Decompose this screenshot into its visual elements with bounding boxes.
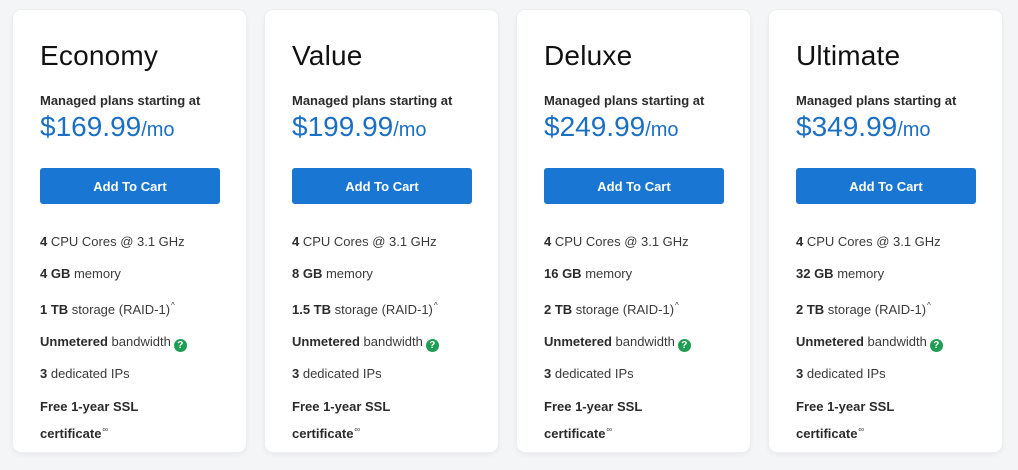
- add-to-cart-button[interactable]: Add To Cart: [292, 168, 472, 204]
- footnote-marker: ^: [433, 301, 438, 310]
- add-to-cart-button[interactable]: Add To Cart: [796, 168, 976, 204]
- price-amount: $249.99: [544, 111, 646, 142]
- feature-memory: 16 GB memory: [544, 266, 633, 281]
- plan-card-value: Value Managed plans starting at $199.99/…: [265, 10, 498, 452]
- plan-price: $249.99/mo: [544, 111, 750, 148]
- price-period: /mo: [393, 119, 427, 141]
- footnote-marker: ∞: [102, 425, 109, 434]
- plan-name: Ultimate: [796, 40, 901, 71]
- feature-memory: 8 GB memory: [292, 266, 373, 281]
- feature-bandwidth: Unmetered bandwidth?: [40, 331, 246, 353]
- feature-cpu: 4 CPU Cores @ 3.1 GHz: [796, 234, 941, 249]
- feature-ips: 3 dedicated IPs: [796, 366, 886, 381]
- price-amount: $349.99: [796, 111, 898, 142]
- plan-price: $199.99/mo: [292, 111, 498, 148]
- feature-storage: 2 TB storage (RAID-1)^: [544, 301, 679, 317]
- footnote-marker: ^: [675, 301, 679, 310]
- plan-card-economy: Economy Managed plans starting at $169.9…: [13, 10, 246, 452]
- add-to-cart-button[interactable]: Add To Cart: [544, 168, 724, 204]
- feature-ips: 3 dedicated IPs: [292, 366, 382, 381]
- add-to-cart-button[interactable]: Add To Cart: [40, 168, 220, 204]
- plan-grid: Economy Managed plans starting at $169.9…: [0, 0, 1018, 470]
- feature-list: 4 CPU Cores @ 3.1 GHz 8 GB memory 1.5 TB…: [292, 231, 498, 445]
- help-circle-icon[interactable]: ?: [425, 339, 439, 352]
- managed-plans-label: Managed plans starting at: [292, 93, 453, 108]
- feature-bandwidth: Unmetered bandwidth?: [292, 331, 498, 353]
- plan-price: $349.99/mo: [796, 111, 1002, 148]
- feature-cpu: 4 CPU Cores @ 3.1 GHz: [292, 234, 437, 249]
- price-period: /mo: [645, 119, 679, 141]
- footnote-marker: ∞: [354, 425, 361, 434]
- feature-storage: 1 TB storage (RAID-1)^: [40, 301, 175, 317]
- help-circle-icon[interactable]: ?: [677, 339, 691, 352]
- feature-ssl: Free 1-year SSL certificate∞: [40, 399, 139, 441]
- help-circle-icon[interactable]: ?: [929, 339, 943, 352]
- price-amount: $169.99: [40, 111, 142, 142]
- price-amount: $199.99: [292, 111, 394, 142]
- feature-bandwidth: Unmetered bandwidth?: [544, 331, 750, 353]
- plan-card-deluxe: Deluxe Managed plans starting at $249.99…: [517, 10, 750, 452]
- managed-plans-label: Managed plans starting at: [544, 93, 705, 108]
- plan-card-ultimate: Ultimate Managed plans starting at $349.…: [769, 10, 1002, 452]
- managed-plans-label: Managed plans starting at: [796, 93, 957, 108]
- plan-price: $169.99/mo: [40, 111, 246, 148]
- plan-name: Value: [292, 40, 363, 71]
- feature-ips: 3 dedicated IPs: [40, 366, 130, 381]
- feature-cpu: 4 CPU Cores @ 3.1 GHz: [544, 234, 689, 249]
- footnote-marker: ∞: [606, 425, 613, 434]
- footnote-marker: ∞: [858, 425, 865, 434]
- footnote-marker: ^: [927, 301, 931, 310]
- feature-bandwidth: Unmetered bandwidth?: [796, 331, 1002, 353]
- feature-ssl: Free 1-year SSL certificate∞: [796, 399, 895, 441]
- managed-plans-label: Managed plans starting at: [40, 93, 201, 108]
- feature-list: 4 CPU Cores @ 3.1 GHz 16 GB memory 2 TB …: [544, 231, 750, 445]
- feature-storage: 2 TB storage (RAID-1)^: [796, 301, 931, 317]
- footnote-marker: ^: [171, 301, 175, 310]
- feature-ssl: Free 1-year SSL certificate∞: [544, 399, 643, 441]
- help-circle-icon[interactable]: ?: [173, 339, 187, 352]
- feature-ips: 3 dedicated IPs: [544, 366, 634, 381]
- price-period: /mo: [141, 119, 175, 141]
- feature-ssl: Free 1-year SSL certificate∞: [292, 399, 391, 441]
- feature-list: 4 CPU Cores @ 3.1 GHz 32 GB memory 2 TB …: [796, 231, 1002, 445]
- feature-cpu: 4 CPU Cores @ 3.1 GHz: [40, 234, 185, 249]
- price-period: /mo: [897, 119, 931, 141]
- feature-list: 4 CPU Cores @ 3.1 GHz 4 GB memory 1 TB s…: [40, 231, 246, 445]
- plan-name: Economy: [40, 40, 159, 71]
- feature-memory: 32 GB memory: [796, 266, 885, 281]
- feature-memory: 4 GB memory: [40, 266, 121, 281]
- plan-name: Deluxe: [544, 40, 633, 71]
- feature-storage: 1.5 TB storage (RAID-1)^: [292, 301, 438, 317]
